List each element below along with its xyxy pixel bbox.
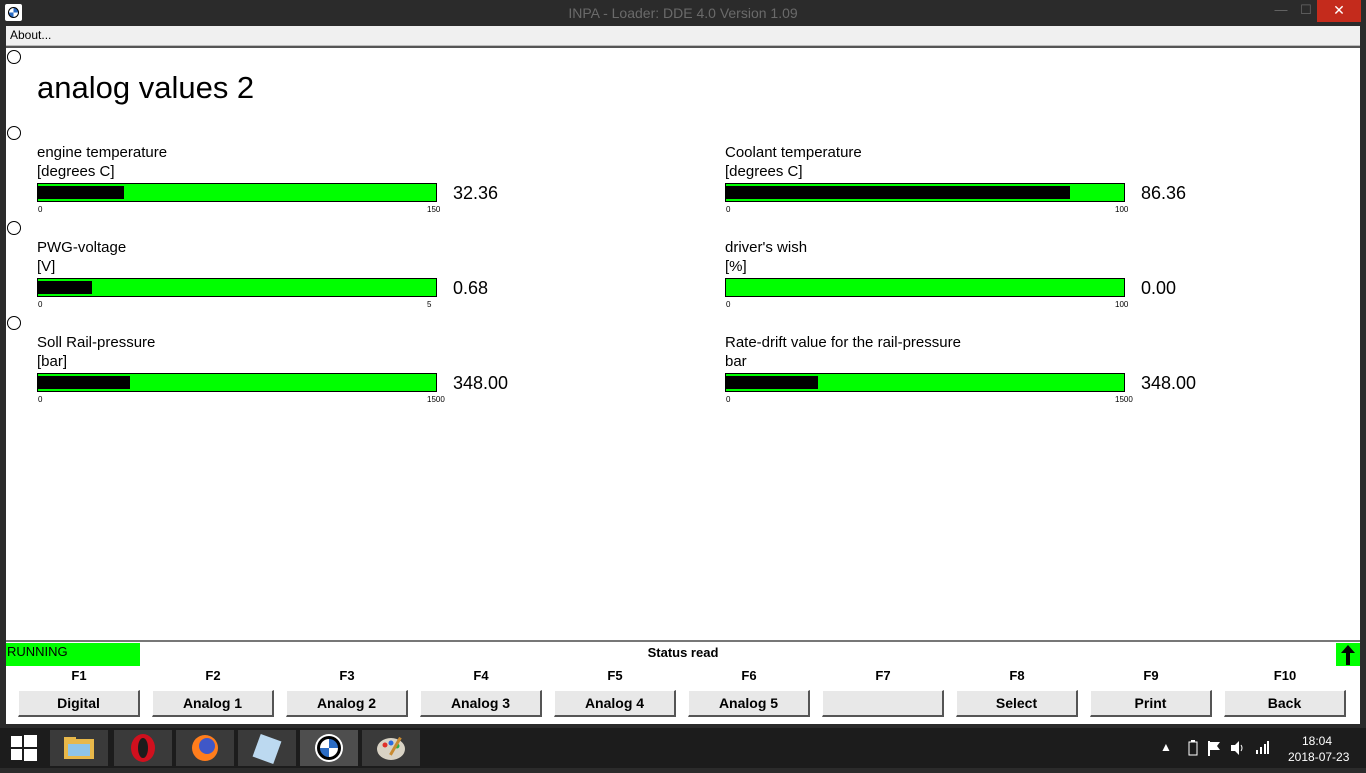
- gauge-max: 1500: [1115, 395, 1133, 404]
- gauge-soll-rail-pressure: Soll Rail-pressure [bar] 348.00 0 1500: [37, 334, 537, 414]
- gauge-value: 32.36: [453, 183, 499, 203]
- inpa-bmw-icon[interactable]: [300, 730, 358, 766]
- gauge-min: 0: [726, 205, 731, 214]
- windows-start-icon[interactable]: [0, 728, 48, 768]
- action-center-flag-icon[interactable]: [1207, 740, 1221, 759]
- fkey-label-f9: F9: [1143, 668, 1159, 683]
- gauge-unit: [%]: [725, 258, 747, 275]
- gauge-label: PWG-voltage: [37, 239, 127, 256]
- gauge-label: Soll Rail-pressure: [37, 334, 156, 351]
- clock-time[interactable]: 18:04: [1302, 734, 1332, 748]
- opera-icon[interactable]: [114, 730, 172, 766]
- gauge-unit: bar: [725, 353, 747, 370]
- close-button[interactable]: ✕: [1317, 0, 1361, 22]
- taskbar: ▲ 18:04 2018-07-23: [0, 728, 1366, 768]
- gauge-label: driver's wish: [725, 239, 808, 256]
- gauge-bar: [37, 278, 437, 297]
- analog-3-button[interactable]: Analog 3: [420, 690, 542, 717]
- gauge-fill: [726, 186, 1070, 199]
- fkey-label-f7: F7: [875, 668, 891, 683]
- status-message: Status read: [647, 645, 719, 660]
- gauge-label: Rate-drift value for the rail-pressure: [725, 334, 961, 351]
- f7-button[interactable]: [822, 690, 944, 717]
- gauge-bar: [725, 278, 1125, 297]
- fkey-label-f6: F6: [741, 668, 757, 683]
- network-signal-icon[interactable]: [1255, 740, 1269, 757]
- gauge-max: 150: [427, 205, 441, 214]
- gauge-unit: [degrees C]: [37, 163, 115, 180]
- page-title: analog values 2: [37, 70, 255, 105]
- up-arrow-icon[interactable]: [1336, 643, 1360, 666]
- volume-icon[interactable]: [1230, 740, 1246, 759]
- fkey-label-f5: F5: [607, 668, 623, 683]
- client-area: analog values 2 engine temperature [degr…: [6, 46, 1360, 642]
- gauge-value: 348.00: [1141, 373, 1197, 393]
- gauge-drivers-wish: driver's wish [%] 0.00 0 100: [725, 239, 1225, 319]
- gauge-unit: [bar]: [37, 353, 68, 370]
- gauge-max: 5: [427, 300, 432, 309]
- firefox-icon[interactable]: [176, 730, 234, 766]
- analog-4-button[interactable]: Analog 4: [554, 690, 676, 717]
- function-key-panel: RUNNING Status read F1 F2 F3 F4 F5 F6 F7…: [6, 640, 1360, 724]
- analog-5-button[interactable]: Analog 5: [688, 690, 810, 717]
- gauge-min: 0: [726, 395, 731, 404]
- title-bar: INPA - Loader: DDE 4.0 Version 1.09 — ☐ …: [0, 0, 1366, 26]
- gauge-coolant-temperature: Coolant temperature [degrees C] 86.36 0 …: [725, 144, 1225, 224]
- fkey-label-f2: F2: [205, 668, 221, 683]
- battery-icon[interactable]: [1188, 740, 1198, 759]
- gauge-max: 1500: [427, 395, 445, 404]
- analog-1-button[interactable]: Analog 1: [152, 690, 274, 717]
- gauge-label: Coolant temperature: [725, 144, 862, 161]
- gauge-value: 348.00: [453, 373, 509, 393]
- gauge-bar: [725, 183, 1125, 202]
- row-marker-circle: [7, 126, 21, 140]
- gauge-unit: [V]: [37, 258, 56, 275]
- window-title: INPA - Loader: DDE 4.0 Version 1.09: [568, 5, 798, 21]
- gauge-bar: [725, 373, 1125, 392]
- gauge-fill: [726, 376, 819, 389]
- gauge-bar: [37, 373, 437, 392]
- gauge-max: 100: [1115, 300, 1129, 309]
- gauge-bar: [37, 183, 437, 202]
- gauge-min: 0: [38, 300, 43, 309]
- gauge-min: 0: [726, 300, 731, 309]
- row-marker-circle: [7, 221, 21, 235]
- notepad-icon[interactable]: [238, 730, 296, 766]
- fkey-label-f1: F1: [71, 668, 87, 683]
- gauge-fill: [38, 376, 131, 389]
- show-hidden-icons-icon[interactable]: ▲: [1160, 740, 1172, 754]
- gauge-pwg-voltage: PWG-voltage [V] 0.68 0 5: [37, 239, 537, 319]
- row-marker-circle: [7, 316, 21, 330]
- clock-date[interactable]: 2018-07-23: [1288, 750, 1349, 764]
- gauge-rate-drift-rail-pressure: Rate-drift value for the rail-pressure b…: [725, 334, 1225, 414]
- fkey-label-f8: F8: [1009, 668, 1025, 683]
- fkey-label-f10: F10: [1273, 668, 1297, 683]
- gauge-max: 100: [1115, 205, 1129, 214]
- fkey-label-f3: F3: [339, 668, 355, 683]
- paint-icon[interactable]: [362, 730, 420, 766]
- menu-about[interactable]: About...: [10, 28, 51, 42]
- file-explorer-icon[interactable]: [50, 730, 108, 766]
- digital-button[interactable]: Digital: [18, 690, 140, 717]
- back-button[interactable]: Back: [1224, 690, 1346, 717]
- gauge-value: 0.00: [1141, 278, 1177, 298]
- gauge-value: 0.68: [453, 278, 489, 298]
- gauge-label: engine temperature: [37, 144, 168, 161]
- select-button[interactable]: Select: [956, 690, 1078, 717]
- gauge-engine-temperature: engine temperature [degrees C] 32.36 0 1…: [37, 144, 537, 224]
- gauge-min: 0: [38, 395, 43, 404]
- gauge-value: 86.36: [1141, 183, 1187, 203]
- menu-bar: About...: [6, 26, 1360, 46]
- gauge-fill: [38, 186, 124, 199]
- analog-2-button[interactable]: Analog 2: [286, 690, 408, 717]
- gauge-fill: [38, 281, 93, 294]
- fkey-label-f4: F4: [473, 668, 489, 683]
- gauge-unit: [degrees C]: [725, 163, 803, 180]
- print-button[interactable]: Print: [1090, 690, 1212, 717]
- gauge-min: 0: [38, 205, 43, 214]
- row-marker-circle: [7, 50, 21, 64]
